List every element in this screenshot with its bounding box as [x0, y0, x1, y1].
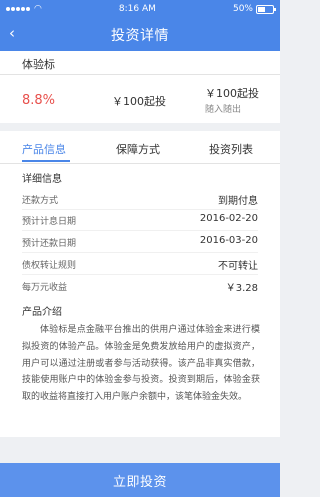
- min-invest-amount: ￥100起投: [112, 95, 166, 108]
- detail-value-transfer-rule: 不可转让: [218, 261, 258, 272]
- tab-product-info[interactable]: 产品信息: [22, 141, 66, 157]
- detail-label-repay-date: 预计还款日期: [22, 239, 77, 249]
- tab-invest-list[interactable]: 投资列表: [209, 141, 253, 157]
- status-bar: ◠ 8:16 AM 50%: [0, 0, 280, 18]
- intro-section-title: 产品介绍: [22, 307, 62, 318]
- detail-label-yield: 每万元收益: [22, 283, 68, 293]
- detail-value-yield: ￥3.28: [225, 283, 258, 294]
- row-divider: [22, 274, 258, 275]
- status-time: 8:16 AM: [118, 4, 156, 14]
- back-chevron-icon[interactable]: ‹: [9, 26, 15, 41]
- detail-label-repayment: 还款方式: [22, 196, 59, 206]
- product-type-label: 体验标: [22, 58, 55, 71]
- tab-bar: 产品信息 保障方式 投资列表: [0, 131, 280, 164]
- detail-label-transfer-rule: 债权转让规则: [22, 261, 77, 271]
- tab-guarantee[interactable]: 保障方式: [116, 141, 160, 157]
- signal-icon: [6, 7, 30, 11]
- status-left: ◠: [6, 4, 42, 14]
- wifi-icon: ◠: [34, 4, 42, 14]
- details-section-title: 详细信息: [22, 174, 62, 185]
- details-card: 产品信息 保障方式 投资列表 详细信息 还款方式 到期付息 预计计息日期 201…: [0, 131, 280, 437]
- intro-paragraph: 体验标是点金融平台推出的供用户通过体验金来进行模拟投资的体验产品。体验金是免费发…: [22, 325, 260, 403]
- redeem-term: 随入随出: [205, 105, 242, 115]
- active-tab-indicator: [22, 160, 70, 162]
- battery-icon: [256, 4, 276, 14]
- detail-value-repay-date: 2016-03-20: [199, 235, 258, 246]
- invest-now-button[interactable]: 立即投资: [0, 463, 280, 497]
- detail-value-interest-date: 2016-02-20: [199, 213, 258, 224]
- detail-value-repayment: 到期付息: [218, 196, 258, 207]
- page-title: 投资详情: [111, 27, 169, 44]
- status-right: 50%: [232, 4, 276, 14]
- battery-percent: 50%: [232, 4, 253, 14]
- row-divider: [22, 230, 258, 231]
- row-divider: [22, 209, 258, 210]
- right-min-invest: ￥100起投: [205, 87, 259, 100]
- annual-rate: 8.8%: [22, 93, 56, 108]
- row-divider: [22, 252, 258, 253]
- nav-bar: ‹ 投资详情: [0, 18, 280, 51]
- product-summary: 体验标 8.8% ￥100起投 ￥100起投 随入随出: [0, 51, 280, 123]
- detail-label-interest-date: 预计计息日期: [22, 217, 77, 227]
- summary-divider: [0, 74, 280, 75]
